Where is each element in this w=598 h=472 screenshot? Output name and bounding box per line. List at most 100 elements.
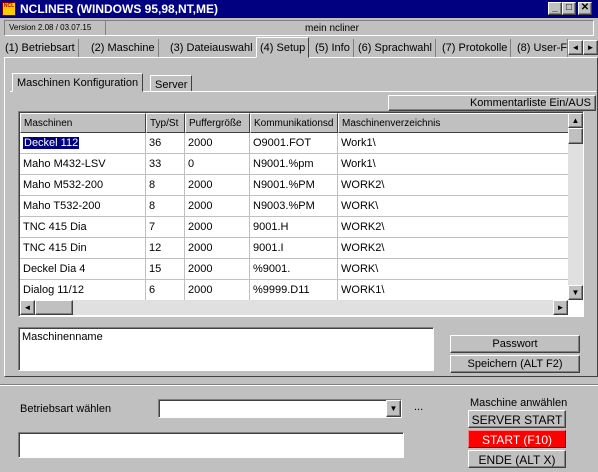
maschine-anwaehlen-label: Maschine anwählen: [470, 397, 568, 409]
scroll-down-button[interactable]: ▼: [568, 285, 583, 300]
cell-verzeichnis: WORK\: [338, 196, 572, 216]
tab-setup[interactable]: (4) Setup: [256, 37, 310, 58]
cell-typ: 8: [146, 196, 185, 216]
tab-user-functions[interactable]: (8) User-Fu: [514, 39, 568, 57]
maximize-button[interactable]: □: [562, 2, 576, 15]
cell-kommunikation: 9001.I: [250, 238, 338, 258]
selected-machine-name: Deckel 112: [21, 136, 81, 150]
scroll-up-button[interactable]: ▲: [568, 113, 583, 128]
cell-kommunikation: N9001.%pm: [250, 154, 338, 174]
cell-typ: 15: [146, 259, 185, 279]
cell-puffer: 2000: [185, 196, 250, 216]
cell-verzeichnis: WORK2\: [338, 175, 572, 195]
cell-typ: 7: [146, 217, 185, 237]
table-row[interactable]: Dialog 11/12 6 2000 %9999.D11 WORK1\ C: [20, 280, 583, 300]
tab-betriebsart[interactable]: (1) Betriebsart: [2, 39, 79, 57]
cell-kommunikation: %9999.D11: [250, 280, 338, 300]
speichern-button[interactable]: Speichern (ALT F2): [450, 355, 580, 373]
tab-sprachwahl[interactable]: (6) Sprachwahl: [355, 39, 436, 57]
cell-typ: 36: [146, 133, 185, 153]
cell-puffer: 0: [185, 154, 250, 174]
column-header-kommunikation[interactable]: Kommunikationsd: [250, 113, 338, 133]
cell-puffer: 2000: [185, 280, 250, 300]
column-header-maschinenverzeichnis[interactable]: Maschinenverzeichnis: [338, 113, 572, 133]
scroll-right-button[interactable]: ►: [553, 300, 568, 315]
column-header-puffergroesse[interactable]: Puffergröße: [185, 113, 250, 133]
column-header-maschinen[interactable]: Maschinen: [20, 113, 146, 133]
cell-puffer: 2000: [185, 175, 250, 195]
table-row[interactable]: Maho T532-200 8 2000 N9003.%PM WORK\ C: [20, 196, 583, 217]
cell-maschine: Maho M532-200: [20, 175, 146, 195]
cell-maschine: Maho M432-LSV: [20, 154, 146, 174]
cell-maschine: TNC 415 Din: [20, 238, 146, 258]
main-tab-strip: (1) Betriebsart (2) Maschine (3) Dateiau…: [0, 37, 598, 58]
cell-puffer: 2000: [185, 259, 250, 279]
table-header: Maschinen Typ/St Puffergröße Kommunikati…: [20, 113, 583, 133]
cell-maschine: Dialog 11/12: [20, 280, 146, 300]
chevron-down-icon[interactable]: ▼: [386, 400, 401, 417]
cell-puffer: 2000: [185, 217, 250, 237]
ende-button[interactable]: ENDE (ALT X): [468, 450, 566, 468]
cell-kommunikation: %9001.: [250, 259, 338, 279]
cell-typ: 8: [146, 175, 185, 195]
status-field: [18, 432, 404, 458]
machine-label: mein ncliner: [305, 23, 359, 34]
tab-protokolle[interactable]: (7) Protokolle: [439, 39, 512, 57]
version-divider: [105, 21, 106, 35]
tab-dateiauswahl[interactable]: (3) Dateiauswahl: [167, 39, 257, 57]
cell-verzeichnis: WORK2\: [338, 217, 572, 237]
betriebsart-select[interactable]: ▼: [158, 399, 402, 418]
bottom-separator: [0, 384, 598, 386]
cell-kommunikation: N9001.%PM: [250, 175, 338, 195]
cell-maschine: Maho T532-200: [20, 196, 146, 216]
cell-verzeichnis: WORK1\: [338, 280, 572, 300]
cell-puffer: 2000: [185, 238, 250, 258]
table-vertical-scrollbar[interactable]: ▲ ▼: [568, 113, 583, 300]
cell-typ: 33: [146, 154, 185, 174]
scroll-thumb[interactable]: [568, 128, 583, 144]
maschinenname-field[interactable]: Maschinenname: [18, 327, 434, 371]
start-button[interactable]: START (F10): [468, 430, 566, 448]
passwort-button[interactable]: Passwort: [450, 335, 580, 353]
cell-verzeichnis: Work1\: [338, 133, 572, 153]
maschinenname-label: Maschinenname: [22, 331, 103, 343]
subtab-maschinen-konfiguration[interactable]: Maschinen Konfiguration: [12, 73, 144, 92]
ellipsis-text: ...: [414, 401, 424, 413]
cell-kommunikation: O9001.FOT: [250, 133, 338, 153]
cell-typ: 12: [146, 238, 185, 258]
table-row[interactable]: Deckel 112 36 2000 O9001.FOT Work1\ C: [20, 133, 583, 154]
table-horizontal-scrollbar[interactable]: ◄ ►: [20, 300, 568, 315]
app-icon[interactable]: NCL: [2, 2, 16, 16]
title-bar: NCL NCLINER (WINDOWS 95,98,NT,ME) _ □ ✕: [0, 0, 598, 18]
tab-maschine[interactable]: (2) Maschine: [88, 39, 159, 57]
tab-info[interactable]: (5) Info: [312, 39, 354, 57]
kommentarliste-toggle-button[interactable]: Kommentarliste Ein/AUS: [388, 95, 596, 111]
scroll-left-button[interactable]: ◄: [20, 300, 35, 315]
scroll-thumb[interactable]: [35, 300, 73, 315]
cell-verzeichnis: Work1\: [338, 154, 572, 174]
table-row[interactable]: Deckel Dia 4 15 2000 %9001. WORK\ C: [20, 259, 583, 280]
tab-scroll-left-button[interactable]: ◄: [568, 40, 583, 55]
cell-maschine: Deckel 112: [20, 133, 146, 153]
close-button[interactable]: ✕: [578, 2, 592, 15]
table-row[interactable]: TNC 415 Din 12 2000 9001.I WORK2\ C: [20, 238, 583, 259]
table-row[interactable]: Maho M432-LSV 33 0 N9001.%pm Work1\ C: [20, 154, 583, 175]
cell-verzeichnis: WORK2\: [338, 238, 572, 258]
minimize-button[interactable]: _: [548, 2, 562, 15]
app-icon-text: NCL: [3, 3, 15, 9]
tab-scroll-right-button[interactable]: ►: [583, 40, 598, 55]
window-title: NCLINER (WINDOWS 95,98,NT,ME): [20, 2, 219, 16]
table-row[interactable]: Maho M532-200 8 2000 N9001.%PM WORK2\ C: [20, 175, 583, 196]
cell-maschine: TNC 415 Dia: [20, 217, 146, 237]
version-bar: Version 2.08 / 03.07.15 mein ncliner: [4, 20, 594, 36]
cell-maschine: Deckel Dia 4: [20, 259, 146, 279]
betriebsart-label: Betriebsart wählen: [20, 403, 112, 415]
machines-table: Maschinen Typ/St Puffergröße Kommunikati…: [18, 111, 584, 317]
subtab-server[interactable]: Server: [150, 75, 193, 92]
version-text: Version 2.08 / 03.07.15: [9, 23, 92, 32]
server-start-button[interactable]: SERVER START: [468, 410, 566, 428]
cell-verzeichnis: WORK\: [338, 259, 572, 279]
column-header-typ[interactable]: Typ/St: [146, 113, 185, 133]
table-row[interactable]: TNC 415 Dia 7 2000 9001.H WORK2\ C: [20, 217, 583, 238]
cell-typ: 6: [146, 280, 185, 300]
